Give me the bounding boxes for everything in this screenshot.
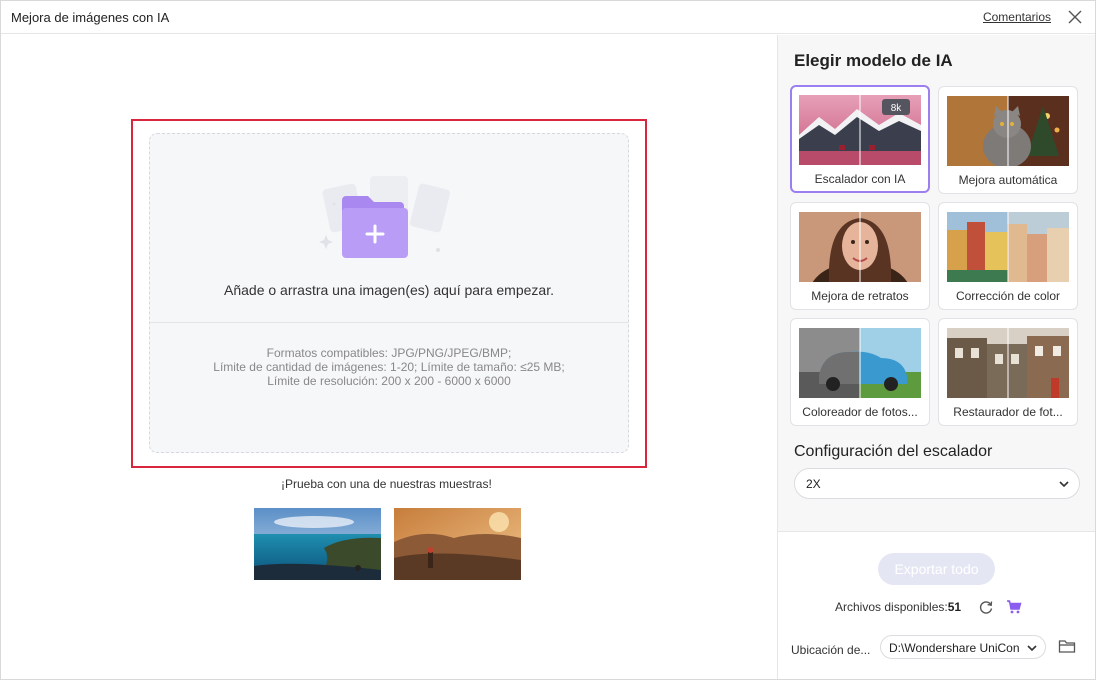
workspace-area: Añade o arrastra una imagen(es) aquí par… bbox=[1, 35, 777, 679]
resolution-text: Límite de resolución: 200 x 200 - 6000 x… bbox=[267, 374, 511, 388]
portrait-thumbnail bbox=[799, 212, 921, 282]
location-label: Ubicación de... bbox=[791, 643, 871, 657]
model-label-upscaler: Escalador con IA bbox=[814, 172, 906, 186]
upscaler-8k-badge: 8k bbox=[891, 103, 903, 114]
drop-zone[interactable]: Añade o arrastra una imagen(es) aquí par… bbox=[149, 133, 629, 453]
window-title: Mejora de imágenes con IA bbox=[11, 10, 170, 25]
available-files: Archivos disponibles:51 bbox=[835, 600, 961, 614]
export-all-button[interactable]: Exportar todo bbox=[878, 553, 995, 585]
drop-divider bbox=[150, 322, 628, 323]
location-select[interactable]: D:\Wondershare UniCon bbox=[880, 635, 1046, 659]
add-folder-icon bbox=[319, 176, 450, 258]
cart-icon[interactable] bbox=[1006, 599, 1022, 615]
auto-enhance-thumbnail bbox=[947, 96, 1069, 166]
files-count: 51 bbox=[947, 600, 962, 614]
color-correction-thumbnail bbox=[947, 212, 1069, 282]
scale-select[interactable]: 2X bbox=[794, 468, 1080, 499]
highlight-frame: Añade o arrastra una imagen(es) aquí par… bbox=[131, 119, 647, 468]
model-label-restorer: Restaurador de fot... bbox=[953, 405, 1063, 419]
model-label-colorizer: Coloreador de fotos... bbox=[802, 405, 918, 419]
drop-info: Formatos compatibles: JPG/PNG/JPEG/BMP; … bbox=[150, 346, 628, 388]
model-label-color-correction: Corrección de color bbox=[955, 289, 1061, 303]
chevron-down-icon bbox=[1059, 481, 1069, 488]
refresh-icon[interactable] bbox=[978, 599, 994, 615]
scale-value: 2X bbox=[806, 477, 821, 491]
export-section: Exportar todo Archivos disponibles:51 Ub… bbox=[778, 531, 1095, 679]
app-window: Mejora de imágenes con IA Comentarios Añ… bbox=[0, 0, 1096, 680]
upscaler-thumbnail: 8k bbox=[799, 95, 921, 165]
drop-instruction: Añade o arrastra una imagen(es) aquí par… bbox=[224, 282, 554, 298]
model-card-portrait[interactable]: Mejora de retratos bbox=[790, 202, 930, 310]
model-label-auto-enhance: Mejora automática bbox=[958, 173, 1058, 187]
sample-image-coast[interactable] bbox=[254, 508, 381, 580]
formats-text: Formatos compatibles: JPG/PNG/JPEG/BMP; bbox=[266, 346, 512, 360]
colorizer-thumbnail bbox=[799, 328, 921, 398]
model-panel: Elegir modelo de IA 8k Escalador con IA … bbox=[777, 35, 1095, 679]
samples-prompt: ¡Prueba con una de nuestras muestras! bbox=[281, 477, 492, 491]
model-card-upscaler[interactable]: 8k Escalador con IA bbox=[790, 85, 930, 193]
location-value: D:\Wondershare UniCon bbox=[889, 641, 1020, 655]
model-label-portrait: Mejora de retratos bbox=[811, 289, 909, 303]
model-card-colorizer[interactable]: Coloreador de fotos... bbox=[790, 318, 930, 426]
model-card-restorer[interactable]: Restaurador de fot... bbox=[938, 318, 1078, 426]
panel-heading: Elegir modelo de IA bbox=[794, 51, 953, 70]
title-bar: Mejora de imágenes con IA Comentarios bbox=[1, 1, 1095, 34]
model-card-color-correction[interactable]: Corrección de color bbox=[938, 202, 1078, 310]
restorer-thumbnail bbox=[947, 328, 1069, 398]
files-label: Archivos disponibles: bbox=[835, 600, 948, 614]
close-icon[interactable] bbox=[1067, 9, 1083, 25]
upscaler-config-title: Configuración del escalador bbox=[794, 443, 993, 460]
limits-text: Límite de cantidad de imágenes: 1-20; Lí… bbox=[213, 360, 565, 374]
folder-icon[interactable] bbox=[1058, 638, 1076, 654]
sample-image-valley[interactable] bbox=[394, 508, 521, 580]
chevron-down-icon bbox=[1027, 645, 1037, 652]
feedback-link[interactable]: Comentarios bbox=[983, 10, 1051, 24]
model-card-auto-enhance[interactable]: Mejora automática bbox=[938, 86, 1078, 194]
